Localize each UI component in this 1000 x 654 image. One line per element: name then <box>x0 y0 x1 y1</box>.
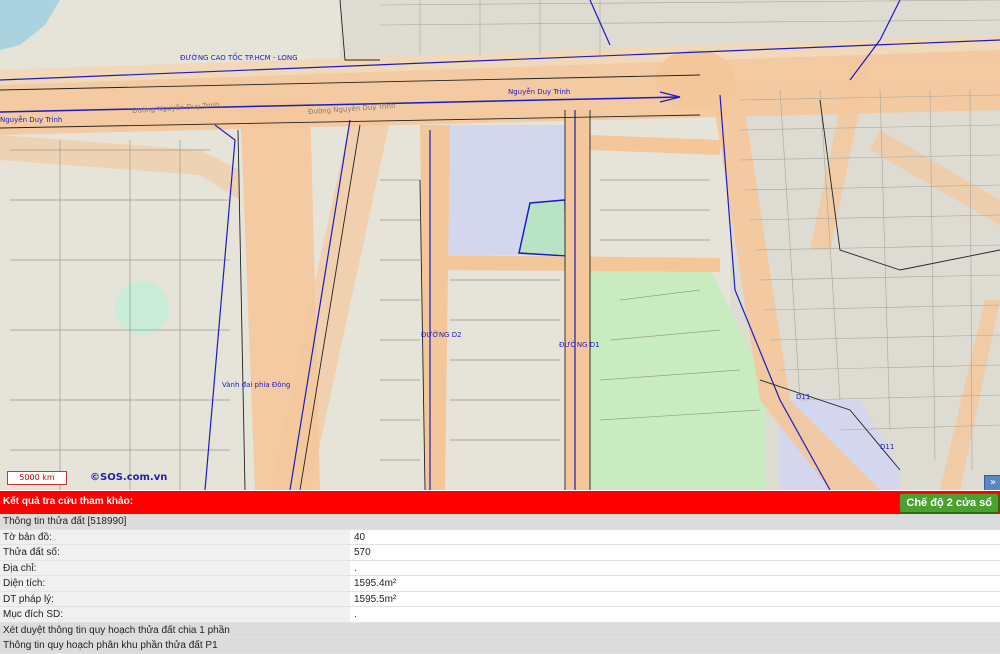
info-row-legal-area: DT pháp lý: 1595.5m² <box>0 591 1000 607</box>
expressway-label: ĐƯỜNG CAO TỐC TP.HCM - LONG <box>180 54 298 62</box>
vanh-dai-label: Vành đai phía Đông <box>222 381 291 389</box>
map-canvas <box>0 0 1000 490</box>
planning-review-label: Xét duyệt thông tin quy hoạch thửa đất c… <box>3 624 230 636</box>
d1-label: ĐƯỜNG D1 <box>559 341 600 349</box>
land-use-value: . <box>354 609 357 620</box>
nguyen-duy-trinh-left-label: Nguyễn Duy Trinh <box>0 116 63 124</box>
copyright-text: ©SOS.com.vn <box>90 472 168 483</box>
parcel-header: Thông tin thửa đất [518990] <box>3 516 127 527</box>
info-row-area: Diện tích: 1595.4m² <box>0 576 1000 592</box>
address-value: . <box>354 562 357 574</box>
result-title: Kết quả tra cứu tham khảo: <box>3 496 134 507</box>
info-row-parcel-number: Thửa đất số: 570 <box>0 545 1000 561</box>
address-label: Địa chỉ: <box>3 562 37 574</box>
legal-area-value: 1595.5m² <box>354 593 397 605</box>
d2-label: ĐƯỜNG D2 <box>421 331 462 339</box>
result-header-bar: Kết quả tra cứu tham khảo: Chế độ 2 cửa … <box>0 491 1000 514</box>
area-value: 1595.4m² <box>354 578 397 589</box>
parcel-number-label: Thửa đất số: <box>3 547 60 558</box>
scale-bar: 5000 km <box>7 471 67 485</box>
info-row-map-sheet: Tờ bản đồ: 40 <box>0 529 1000 545</box>
area-label: Diện tích: <box>3 578 46 589</box>
green-circle <box>115 281 169 335</box>
map-sheet-value: 40 <box>354 531 366 543</box>
info-row-address: Địa chỉ: . <box>0 560 1000 576</box>
legal-area-label: DT pháp lý: <box>3 593 54 605</box>
planning-review-row[interactable]: Xét duyệt thông tin quy hoạch thửa đất c… <box>0 622 1000 638</box>
two-window-mode-button[interactable]: Chế độ 2 cửa sổ <box>899 493 999 513</box>
parcel-number-value: 570 <box>354 547 371 558</box>
land-use-label: Mục đích SD: <box>3 609 64 620</box>
expand-panel-button[interactable]: » <box>984 475 1000 490</box>
d11-label-a: D11 <box>796 393 811 401</box>
parcel-header-row: Thông tin thửa đất [518990] <box>0 514 1000 530</box>
map-sheet-label: Tờ bản đồ: <box>3 531 52 543</box>
info-row-land-use: Mục đích SD: . <box>0 607 1000 623</box>
nguyen-duy-trinh-label: Nguyễn Duy Trinh <box>508 88 571 96</box>
d11-label-b: D11 <box>880 443 895 451</box>
map-view[interactable]: ĐƯỜNG CAO TỐC TP.HCM - LONG Nguyễn Duy T… <box>0 0 1000 490</box>
parcel-info-table: Thông tin thửa đất [518990] Tờ bản đồ: 4… <box>0 514 1000 654</box>
